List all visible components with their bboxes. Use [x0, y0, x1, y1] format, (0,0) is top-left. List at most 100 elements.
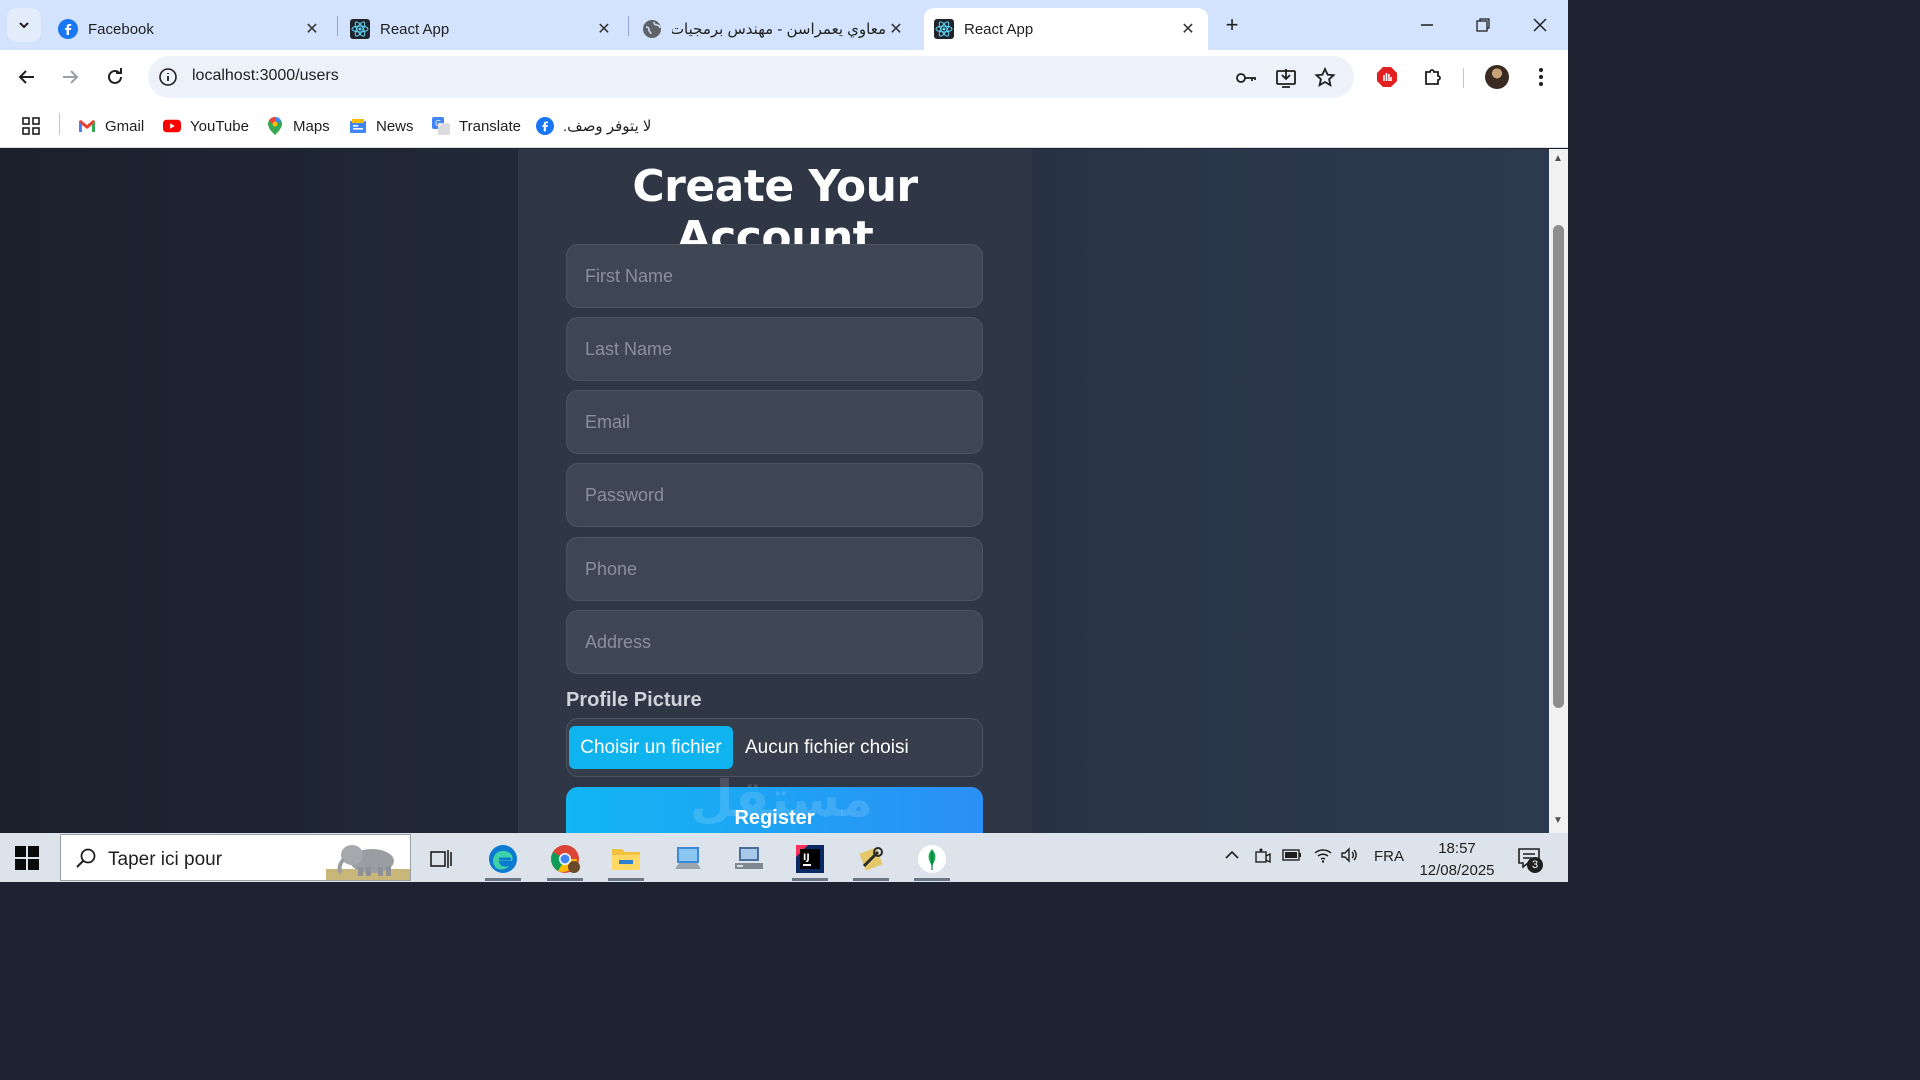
adblock-extension-icon[interactable]: [1374, 64, 1400, 90]
bookmark-maps[interactable]: Maps: [266, 113, 330, 139]
bookmark-youtube[interactable]: YouTube: [163, 113, 249, 139]
bookmark-news[interactable]: News: [349, 113, 414, 139]
taskbar-search[interactable]: Taper ici pour: [60, 834, 411, 881]
back-button[interactable]: [10, 60, 44, 94]
site-info-icon[interactable]: [158, 67, 178, 87]
bookmark-gmail[interactable]: Gmail: [78, 113, 144, 139]
close-tab-icon[interactable]: ✕: [1178, 19, 1198, 39]
notification-count-badge: 3: [1527, 857, 1543, 873]
taskbar-intellij[interactable]: IJ: [786, 837, 834, 881]
bookmark-translate[interactable]: G Translate: [432, 113, 521, 139]
search-icon: [76, 848, 96, 868]
maps-icon: [266, 117, 284, 135]
show-hidden-icons[interactable]: [1224, 847, 1240, 867]
arrow-left-icon: [18, 70, 34, 84]
bookmarks-divider: [59, 113, 60, 135]
apps-grid-button[interactable]: [22, 113, 40, 139]
windows-taskbar: Taper ici pour IJ FRA 18:57 12/08/2025 3: [0, 833, 1568, 882]
url-text[interactable]: localhost:3000/users: [192, 67, 339, 85]
system-clock[interactable]: 18:57 12/08/2025: [1414, 838, 1500, 882]
minimize-button[interactable]: [1412, 10, 1442, 40]
install-app-icon[interactable]: [1274, 66, 1298, 90]
scroll-down-arrow-icon[interactable]: ▼: [1553, 815, 1563, 826]
tab-title: React App: [964, 20, 1034, 38]
tab-react-app[interactable]: React App ✕: [342, 8, 622, 50]
close-tab-icon[interactable]: ✕: [886, 19, 906, 39]
bookmark-star-icon[interactable]: [1313, 66, 1337, 90]
profile-avatar[interactable]: [1485, 65, 1509, 89]
toolbar-divider: [1463, 68, 1464, 88]
tab-facebook[interactable]: Facebook ✕: [50, 8, 330, 50]
page-viewport: Create Your Account Profile Picture Choi…: [0, 149, 1549, 833]
reload-button[interactable]: [98, 60, 132, 94]
minimize-icon: [1421, 24, 1433, 26]
tab-divider: [628, 16, 629, 36]
bookmarks-bar: Gmail YouTube Maps News G Translate لا ي…: [0, 104, 1568, 148]
taskbar-file-explorer[interactable]: [602, 837, 650, 881]
profile-picture-input[interactable]: Choisir un fichier Aucun fichier choisi: [566, 718, 983, 777]
register-card: Create Your Account Profile Picture Choi…: [518, 149, 1032, 833]
battery-icon[interactable]: [1282, 847, 1302, 867]
facebook-icon: [58, 19, 78, 39]
close-icon: [1533, 18, 1547, 32]
clock-time: 18:57: [1438, 840, 1476, 857]
tab-title: معاوي يعمراسن - مهندس برمجيات: [672, 21, 886, 38]
tab-title: Facebook: [88, 20, 154, 38]
address-bar[interactable]: localhost:3000/users: [148, 56, 1354, 98]
bookmark-label: Maps: [293, 117, 330, 135]
taskbar-chrome[interactable]: [541, 837, 589, 881]
restore-button[interactable]: [1468, 10, 1498, 40]
tab-title: React App: [380, 20, 450, 38]
gmail-icon: [78, 117, 96, 135]
close-tab-icon[interactable]: ✕: [302, 19, 322, 39]
taskbar-mongodb[interactable]: [908, 837, 956, 881]
chrome-icon: [551, 845, 580, 873]
forward-button[interactable]: [53, 60, 87, 94]
page-scrollbar[interactable]: ▲ ▼: [1549, 149, 1568, 833]
new-tab-button[interactable]: +: [1219, 12, 1245, 38]
email-field[interactable]: [566, 390, 983, 454]
scroll-up-arrow-icon[interactable]: ▲: [1553, 153, 1563, 164]
react-icon: [934, 19, 954, 39]
close-window-button[interactable]: [1525, 10, 1555, 40]
password-field[interactable]: [566, 463, 983, 527]
scrollbar-thumb[interactable]: [1553, 225, 1564, 708]
meet-now-icon[interactable]: [1254, 847, 1272, 869]
file-status-text: Aucun fichier choisi: [745, 737, 909, 758]
restore-icon: [1476, 18, 1490, 32]
bookmark-facebook[interactable]: لا يتوفر وصف.: [536, 113, 651, 139]
windows-start-icon[interactable]: [15, 846, 39, 870]
address-field[interactable]: [566, 610, 983, 674]
volume-icon[interactable]: [1340, 847, 1360, 867]
first-name-field[interactable]: [566, 244, 983, 308]
input-language[interactable]: FRA: [1374, 848, 1404, 865]
tab-profile-page[interactable]: معاوي يعمراسن - مهندس برمجيات ✕: [634, 8, 914, 50]
clock-date: 12/08/2025: [1419, 862, 1495, 879]
wifi-icon[interactable]: [1313, 847, 1333, 867]
svg-text:G: G: [435, 119, 441, 128]
menu-kebab-icon[interactable]: [1528, 64, 1554, 90]
facebook-icon: [536, 117, 554, 135]
mongodb-leaf-icon: [918, 845, 946, 873]
phone-field[interactable]: [566, 537, 983, 601]
bookmark-label: News: [376, 117, 414, 135]
task-view-button[interactable]: [417, 837, 465, 881]
tab-search-button[interactable]: [7, 8, 41, 42]
password-key-icon[interactable]: [1234, 66, 1258, 90]
react-icon: [350, 19, 370, 39]
taskbar-network-app[interactable]: [725, 837, 773, 881]
tab-react-app-active[interactable]: React App ✕: [924, 8, 1208, 50]
folder-icon: [612, 849, 640, 870]
network-computer-icon: [735, 847, 763, 869]
bookmark-label: Translate: [459, 117, 521, 135]
choose-file-button[interactable]: Choisir un fichier: [569, 726, 733, 769]
bookmark-label: لا يتوفر وصف.: [563, 118, 652, 135]
taskbar-edge[interactable]: [479, 837, 527, 881]
task-view-icon: [430, 850, 452, 868]
extensions-icon[interactable]: [1420, 64, 1446, 90]
bookmark-label: YouTube: [190, 117, 249, 135]
last-name-field[interactable]: [566, 317, 983, 381]
close-tab-icon[interactable]: ✕: [594, 19, 614, 39]
taskbar-this-pc[interactable]: [664, 837, 712, 881]
taskbar-tools-app[interactable]: [847, 837, 895, 881]
